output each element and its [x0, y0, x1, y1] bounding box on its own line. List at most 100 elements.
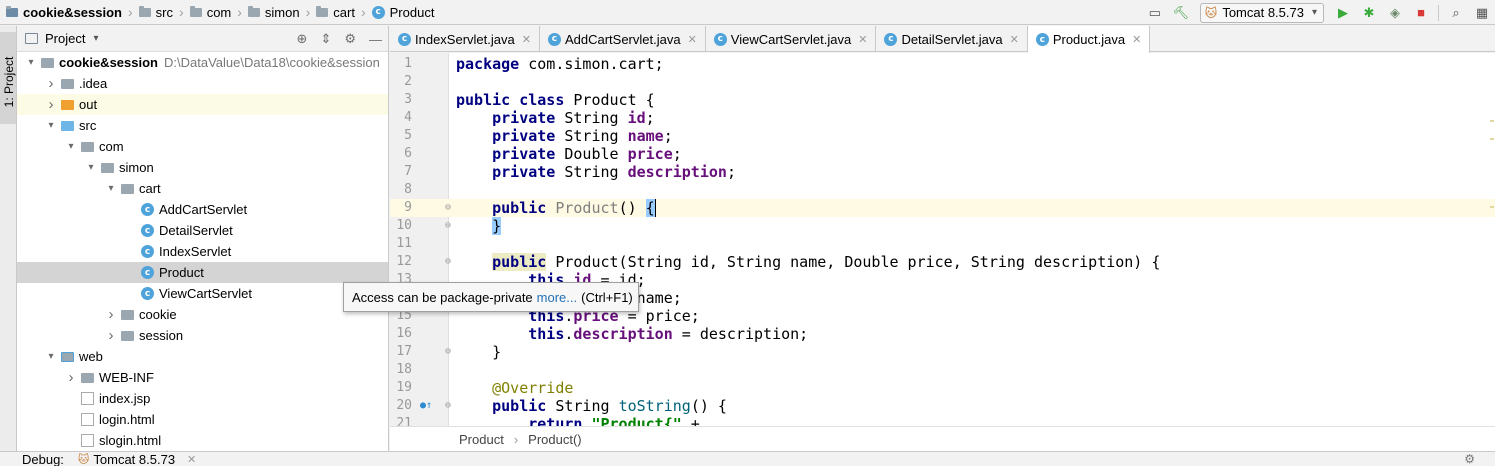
code-line[interactable]: 12 ⊖ public Product(String id, String nam…	[390, 253, 1495, 271]
editor-tab[interactable]: c IndexServlet.java ✕	[390, 26, 540, 52]
tree-item[interactable]: ▾ cart	[17, 178, 388, 199]
editor-tab[interactable]: c AddCartServlet.java ✕	[540, 26, 706, 52]
chevron-down-icon[interactable]: ▾	[85, 162, 97, 173]
project-view-icon	[25, 33, 38, 44]
code-text: package com.simon.cart;	[456, 55, 664, 73]
tree-item[interactable]: c ViewCartServlet	[17, 283, 388, 304]
tree-item[interactable]: index.jsp	[17, 388, 388, 409]
code-line[interactable]: 18	[390, 361, 1495, 379]
minimize-icon[interactable]: —	[369, 32, 382, 47]
fold-marker-icon[interactable]: ⊖	[445, 397, 451, 415]
fold-marker-icon[interactable]: ⊖	[445, 253, 451, 271]
run-configuration-select[interactable]: 🐱︎ Tomcat 8.5.73 ▾	[1199, 2, 1324, 23]
chevron-down-icon[interactable]: ▾	[105, 183, 117, 194]
code-line[interactable]: 11	[390, 235, 1495, 253]
editor-tab[interactable]: c DetailServlet.java ✕	[876, 26, 1028, 52]
tree-item[interactable]: c AddCartServlet	[17, 199, 388, 220]
close-icon[interactable]: ✕	[187, 453, 196, 466]
code-line[interactable]: 9 ⊖ public Product() {	[390, 199, 1495, 217]
stop-icon[interactable]: ■	[1410, 2, 1432, 24]
editor-tab[interactable]: c ViewCartServlet.java ✕	[706, 26, 877, 52]
chevron-down-icon[interactable]: ▾	[65, 141, 77, 152]
tree-item[interactable]: c IndexServlet	[17, 241, 388, 262]
editor-breadcrumb-method[interactable]: Product()	[528, 432, 581, 447]
editor-breadcrumb-class[interactable]: Product	[459, 432, 504, 447]
project-panel-title[interactable]: Project	[45, 31, 85, 46]
project-tool-tab[interactable]: 1: Project	[0, 32, 16, 124]
code-line[interactable]: 16 this.description = description;	[390, 325, 1495, 343]
chevron-right-icon[interactable]: ›	[65, 369, 77, 386]
debug-config-tab[interactable]: Tomcat 8.5.73	[93, 452, 175, 466]
tree-item[interactable]: › WEB-INF	[17, 367, 388, 388]
chevron-down-icon[interactable]: ▾	[45, 120, 57, 131]
tree-item[interactable]: ▾ cookie&session D:\DataValue\Data18\cooki…	[17, 52, 388, 73]
tree-item[interactable]: ▾ com	[17, 136, 388, 157]
code-line[interactable]: 10 ⊖ }	[390, 217, 1495, 235]
tree-item[interactable]: ▾ simon	[17, 157, 388, 178]
code-line[interactable]: 17 ⊖ }	[390, 343, 1495, 361]
code-line[interactable]: 21 return "Product{" +	[390, 415, 1495, 426]
fold-marker-icon[interactable]: ⊖	[445, 199, 451, 217]
breadcrumb-item[interactable]: cookie&session ›	[4, 0, 137, 25]
debug-icon[interactable]: ✱	[1358, 2, 1380, 24]
close-icon[interactable]: ✕	[688, 33, 697, 46]
gear-icon[interactable]: ⚙	[344, 31, 356, 47]
chevron-right-icon[interactable]: ›	[105, 306, 117, 323]
tree-item[interactable]: ▾ src	[17, 115, 388, 136]
run-icon[interactable]: ▶	[1332, 2, 1354, 24]
tree-item[interactable]: › .idea	[17, 73, 388, 94]
tooltip-more-link[interactable]: more...	[537, 290, 577, 305]
breadcrumb-item[interactable]: src ›	[137, 0, 188, 25]
hammer-icon[interactable]: 🔨︎	[1170, 2, 1192, 24]
chevron-right-icon[interactable]: ›	[45, 96, 57, 113]
locate-icon[interactable]: ⊕	[297, 31, 308, 47]
close-icon[interactable]: ✕	[522, 33, 531, 46]
override-marker-icon[interactable]: ●↑	[420, 397, 432, 415]
folder-icon	[121, 330, 134, 341]
tree-item[interactable]: › cookie	[17, 304, 388, 325]
chevron-down-icon[interactable]: ▾	[25, 57, 37, 68]
code-line[interactable]: 7 private String description;	[390, 163, 1495, 181]
code-line[interactable]: 2	[390, 73, 1495, 91]
tree-item[interactable]: c DetailServlet	[17, 220, 388, 241]
chevron-down-icon[interactable]: ▾	[45, 351, 57, 362]
tree-item[interactable]: › out	[17, 94, 388, 115]
code-line[interactable]: 5 private String name;	[390, 127, 1495, 145]
code-line[interactable]: 3 public class Product {	[390, 91, 1495, 109]
code-line[interactable]: 19 @Override	[390, 379, 1495, 397]
code-line[interactable]: 20 ●↑ ⊖ public String toString() {	[390, 397, 1495, 415]
code-editor[interactable]: 1 package com.simon.cart; 2 3 public class P…	[390, 53, 1495, 426]
class-icon: c	[398, 32, 411, 46]
chevron-down-icon[interactable]: ▾	[93, 33, 98, 44]
search-icon[interactable]: ⌕	[1445, 2, 1467, 24]
gear-icon[interactable]: ⚙	[1464, 452, 1475, 466]
breadcrumb-item[interactable]: cart ›	[314, 0, 369, 25]
code-text: private String id;	[492, 109, 655, 127]
window-icon[interactable]: ▭	[1144, 2, 1166, 24]
tree-item[interactable]: › session	[17, 325, 388, 346]
editor-tab[interactable]: c Product.java ✕	[1027, 26, 1151, 53]
breadcrumb-item[interactable]: simon ›	[246, 0, 314, 25]
close-icon[interactable]: ✕	[858, 33, 867, 46]
settings-icon[interactable]: ▦	[1471, 2, 1493, 24]
tree-item-label: AddCartServlet	[159, 202, 248, 217]
collapse-all-icon[interactable]: ⇕	[320, 31, 331, 47]
tree-item[interactable]: ▾ web	[17, 346, 388, 367]
chevron-right-icon[interactable]: ›	[45, 75, 57, 92]
close-icon[interactable]: ✕	[1010, 33, 1019, 46]
code-line[interactable]: 6 private Double price;	[390, 145, 1495, 163]
tree-item[interactable]: login.html	[17, 409, 388, 430]
code-line[interactable]: 8	[390, 181, 1495, 199]
close-icon[interactable]: ✕	[1132, 33, 1141, 46]
breadcrumb-item[interactable]: com ›	[188, 0, 246, 25]
chevron-right-icon[interactable]: ›	[105, 327, 117, 344]
project-tool-tab-label: 1: Project	[2, 56, 16, 108]
breadcrumb-item[interactable]: c Product	[370, 0, 439, 25]
fold-marker-icon[interactable]: ⊖	[445, 217, 451, 235]
coverage-icon[interactable]: ◈	[1384, 2, 1406, 24]
code-line[interactable]: 1 package com.simon.cart;	[390, 55, 1495, 73]
code-line[interactable]: 4 private String id;	[390, 109, 1495, 127]
fold-marker-icon[interactable]: ⊖	[445, 343, 451, 361]
tree-item[interactable]: slogin.html	[17, 430, 388, 451]
tree-item[interactable]: c Product	[17, 262, 388, 283]
